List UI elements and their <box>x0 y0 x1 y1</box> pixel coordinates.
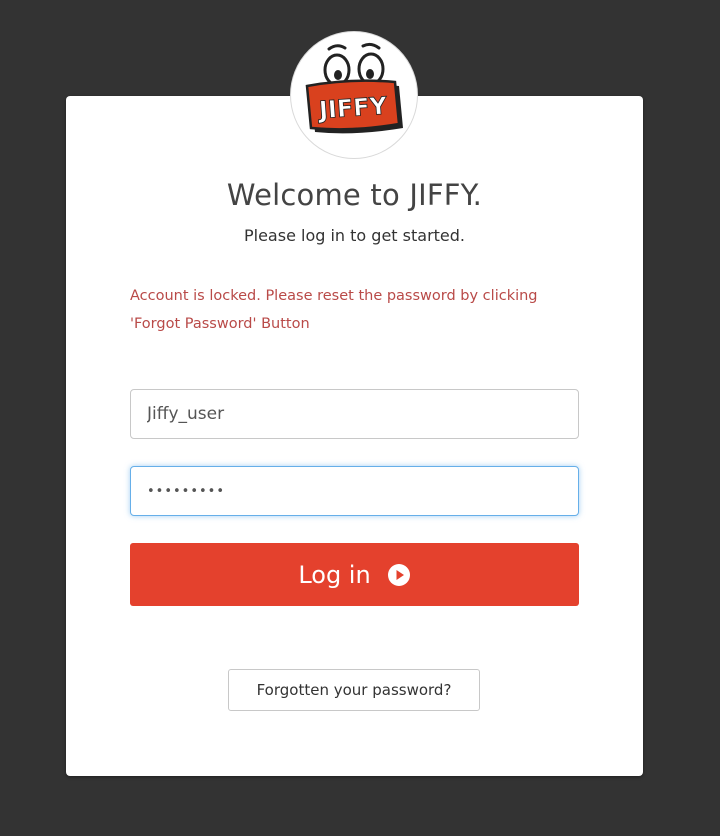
username-input[interactable] <box>130 389 579 439</box>
play-circle-icon <box>387 563 411 587</box>
page-title: Welcome to JIFFY. <box>226 178 483 212</box>
login-button[interactable]: Log in <box>130 543 579 606</box>
logo-text: JIFFY <box>316 92 388 125</box>
page-subtitle: Please log in to get started. <box>243 226 465 245</box>
login-page: JIFFY Welcome to JIFFY. Please log in to… <box>0 0 720 836</box>
account-locked-alert: Account is locked. Please reset the pass… <box>130 288 538 332</box>
jiffy-mascot-icon: JIFFY <box>305 42 403 134</box>
password-input[interactable] <box>130 466 579 516</box>
forgot-password-button[interactable]: Forgotten your password? <box>228 669 480 711</box>
login-button-label: Log in <box>298 560 371 589</box>
jiffy-logo: JIFFY <box>290 31 418 159</box>
